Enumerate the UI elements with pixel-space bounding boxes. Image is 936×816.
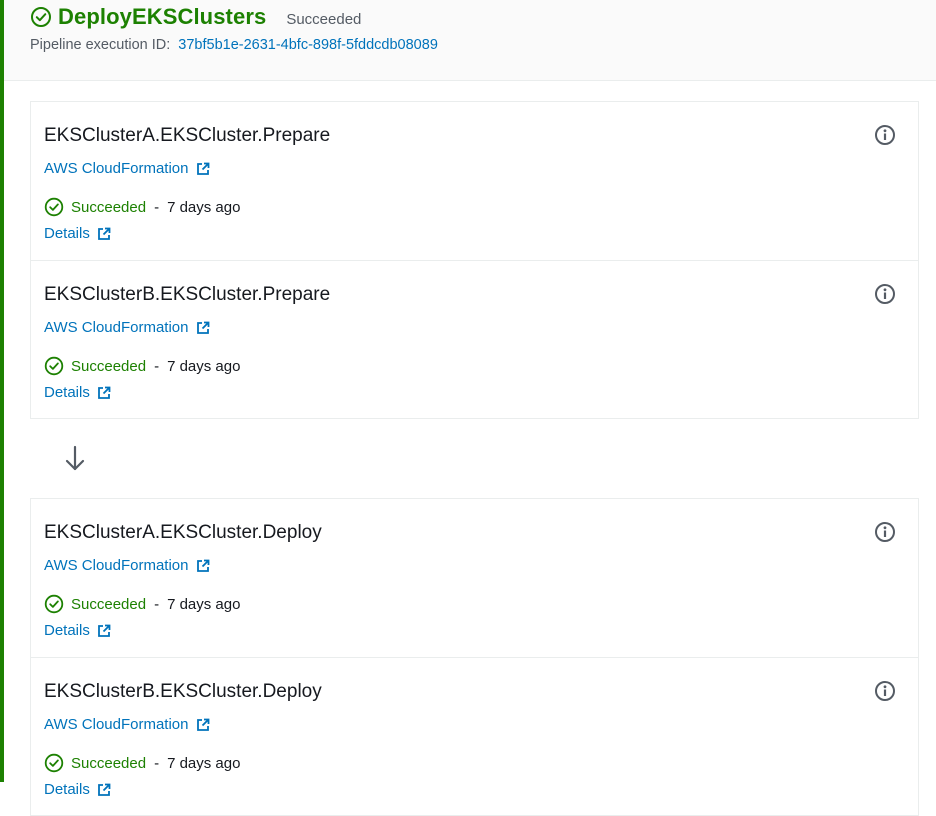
action-status-row: Succeeded - 7 days ago xyxy=(44,197,240,217)
external-link-icon xyxy=(97,386,111,399)
action-status-row: Succeeded - 7 days ago xyxy=(44,753,240,773)
info-icon[interactable] xyxy=(874,680,896,702)
status-separator: - xyxy=(154,198,160,216)
execution-id-label: Pipeline execution ID: xyxy=(30,37,171,53)
external-link-icon xyxy=(97,227,111,240)
stage-name: DeployEKSClusters xyxy=(58,4,267,29)
external-link-icon xyxy=(196,321,209,334)
action-time: 7 days ago xyxy=(167,754,241,772)
external-link-icon xyxy=(97,783,111,796)
action-time: 7 days ago xyxy=(167,595,241,613)
execution-id-link[interactable]: 37bf5b1e-2631-4bfc-898f-5fddcdb08089 xyxy=(178,37,438,53)
check-circle-icon xyxy=(44,197,64,217)
action-status-row: Succeeded - 7 days ago xyxy=(44,356,240,376)
stage-title-row: DeployEKSClusters Succeeded xyxy=(30,4,361,30)
action-card: EKSClusterA.EKSCluster.Deploy AWS CloudF… xyxy=(31,499,918,657)
details-label: Details xyxy=(44,225,90,242)
details-link[interactable]: Details xyxy=(44,781,111,798)
action-status: Succeeded xyxy=(71,754,147,772)
action-status: Succeeded xyxy=(71,595,147,613)
action-card: EKSClusterB.EKSCluster.Deploy AWS CloudF… xyxy=(31,657,918,815)
status-separator: - xyxy=(154,595,160,613)
details-link[interactable]: Details xyxy=(44,384,111,401)
details-label: Details xyxy=(44,384,90,401)
external-link-icon xyxy=(196,162,209,175)
action-status: Succeeded xyxy=(71,357,147,375)
action-status: Succeeded xyxy=(71,198,147,216)
action-status-row: Succeeded - 7 days ago xyxy=(44,594,240,614)
action-card: EKSClusterA.EKSCluster.Prepare AWS Cloud… xyxy=(31,102,918,260)
action-name: EKSClusterA.EKSCluster.Prepare xyxy=(44,125,331,146)
action-name: EKSClusterA.EKSCluster.Deploy xyxy=(44,522,322,543)
action-card: EKSClusterB.EKSCluster.Prepare AWS Cloud… xyxy=(31,260,918,418)
provider-link[interactable]: AWS CloudFormation xyxy=(44,160,210,177)
provider-link[interactable]: AWS CloudFormation xyxy=(44,319,210,336)
info-icon[interactable] xyxy=(874,521,896,543)
stage-status: Succeeded xyxy=(286,10,362,28)
check-circle-icon xyxy=(31,7,51,27)
info-icon[interactable] xyxy=(874,283,896,305)
check-circle-icon xyxy=(44,594,64,614)
provider-link[interactable]: AWS CloudFormation xyxy=(44,557,210,574)
external-link-icon xyxy=(196,718,209,731)
action-time: 7 days ago xyxy=(167,198,241,216)
stage-actions: EKSClusterA.EKSCluster.Prepare AWS Cloud… xyxy=(4,81,936,816)
action-group: EKSClusterA.EKSCluster.Deploy AWS CloudF… xyxy=(30,498,919,816)
action-time: 7 days ago xyxy=(167,357,241,375)
status-separator: - xyxy=(154,357,160,375)
check-circle-icon xyxy=(44,356,64,376)
stage-header: DeployEKSClusters Succeeded Pipeline exe… xyxy=(4,0,936,81)
provider-label: AWS CloudFormation xyxy=(44,557,189,574)
action-group: EKSClusterA.EKSCluster.Prepare AWS Cloud… xyxy=(30,101,919,419)
action-name: EKSClusterB.EKSCluster.Deploy xyxy=(44,681,322,702)
external-link-icon xyxy=(97,624,111,637)
details-link[interactable]: Details xyxy=(44,225,111,242)
pipeline-stage: DeployEKSClusters Succeeded Pipeline exe… xyxy=(0,0,936,816)
check-circle-icon xyxy=(44,753,64,773)
details-label: Details xyxy=(44,781,90,798)
provider-label: AWS CloudFormation xyxy=(44,319,189,336)
details-link[interactable]: Details xyxy=(44,622,111,639)
external-link-icon xyxy=(196,559,209,572)
details-label: Details xyxy=(44,622,90,639)
arrow-down-icon xyxy=(65,445,85,471)
provider-link[interactable]: AWS CloudFormation xyxy=(44,716,210,733)
provider-label: AWS CloudFormation xyxy=(44,160,189,177)
info-icon[interactable] xyxy=(874,124,896,146)
execution-id-row: Pipeline execution ID: 37bf5b1e-2631-4bf… xyxy=(30,37,438,53)
status-separator: - xyxy=(154,754,160,772)
action-name: EKSClusterB.EKSCluster.Prepare xyxy=(44,284,331,305)
provider-label: AWS CloudFormation xyxy=(44,716,189,733)
